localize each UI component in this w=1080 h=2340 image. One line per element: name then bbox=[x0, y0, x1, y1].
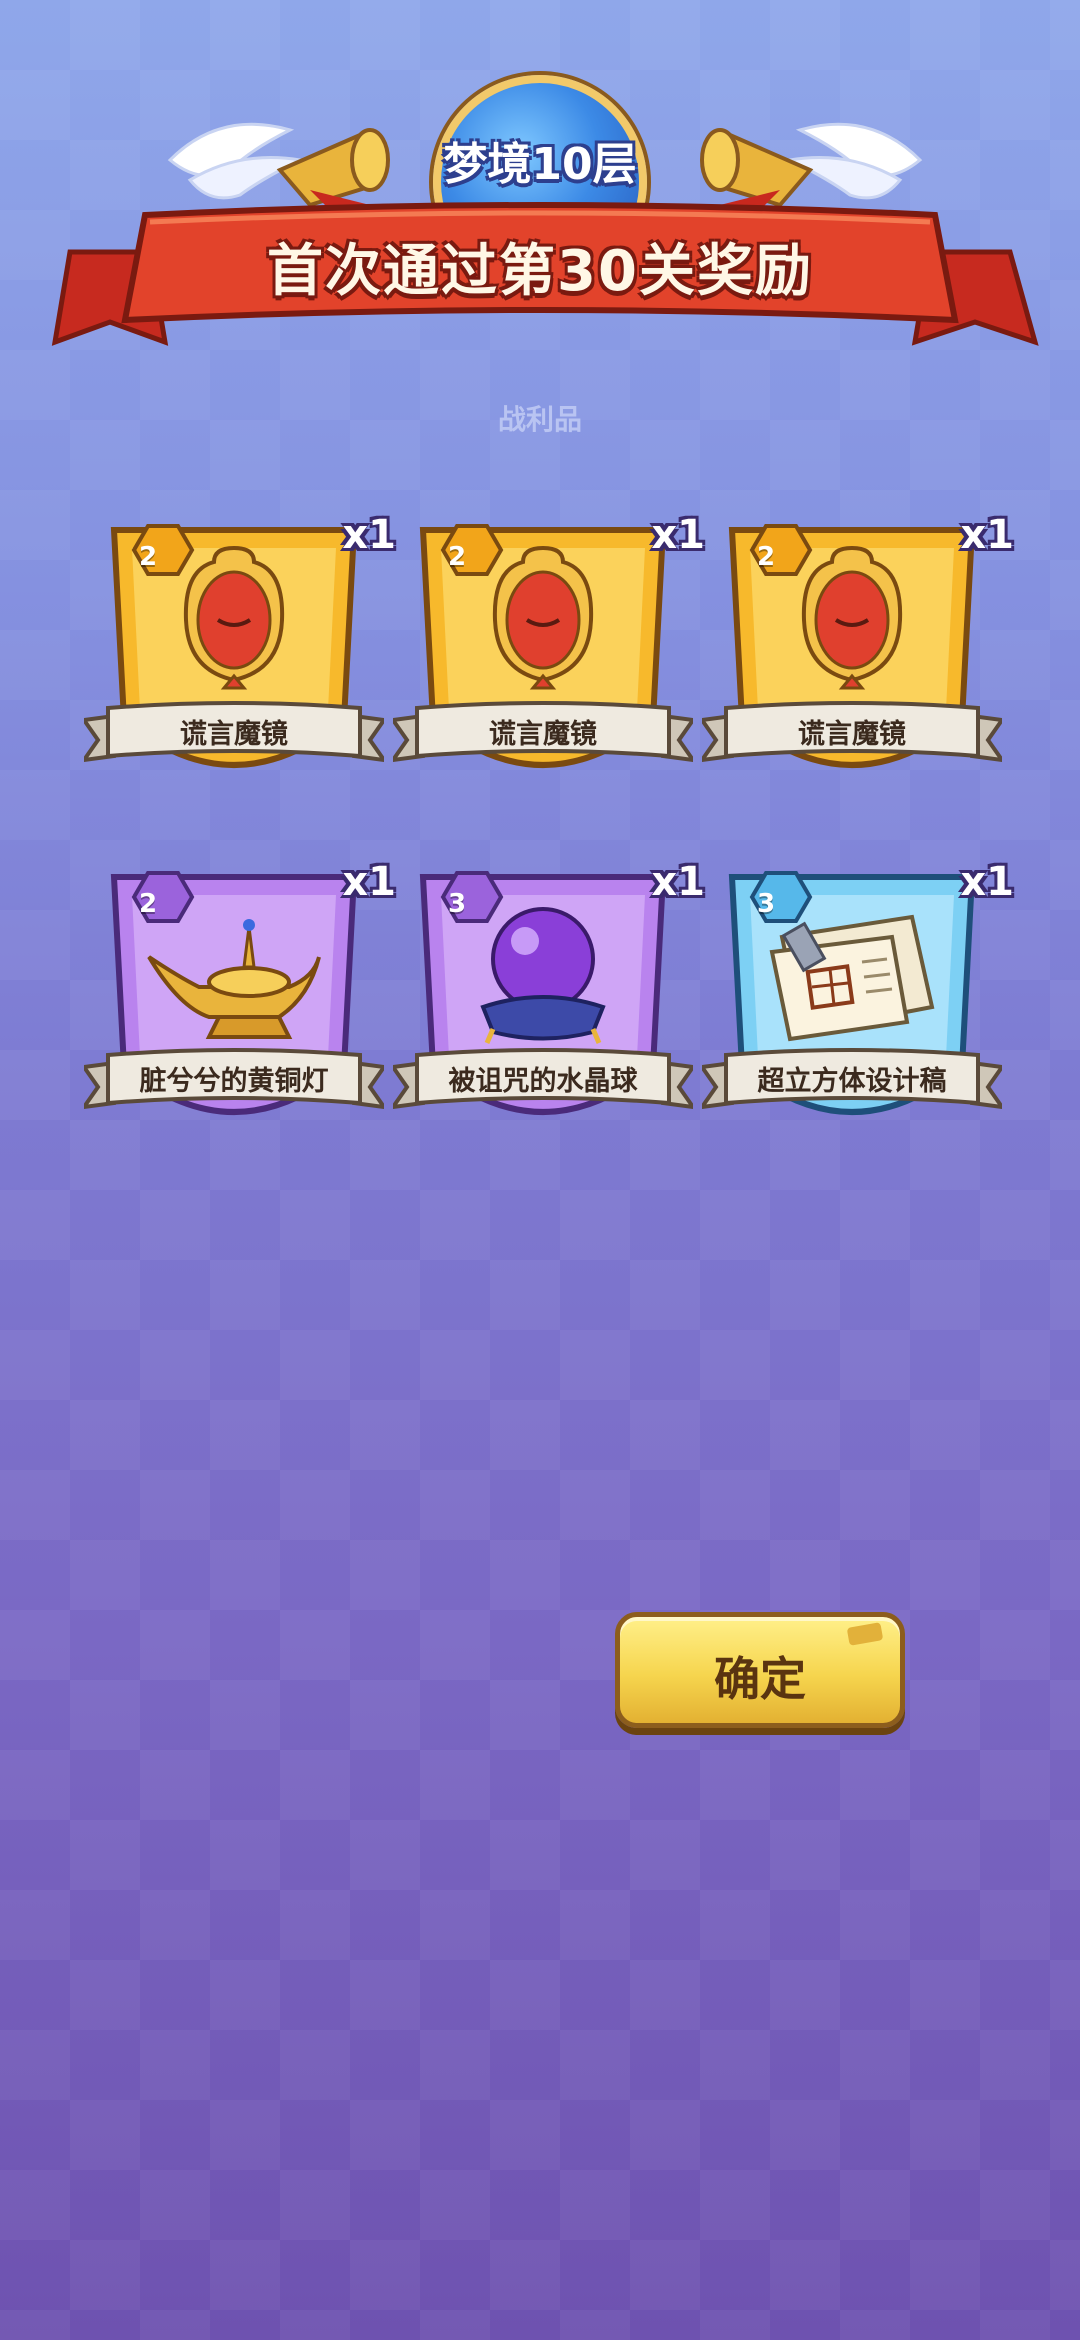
magic-mirror-icon bbox=[183, 545, 285, 690]
item-name: 谎言魔镜 bbox=[180, 719, 288, 750]
reward-card[interactable]: 3 x1 被诅咒的水晶球 bbox=[393, 857, 705, 1167]
reward-card[interactable]: 2 x1 脏兮兮的黄铜灯 bbox=[84, 857, 396, 1167]
reward-grid: 2 x1 谎言魔镜 2 x1 谎言魔镜 2 x1 谎言魔镜 2 x1 脏兮兮的黄… bbox=[0, 0, 1080, 1200]
item-name: 超立方体设计稿 bbox=[757, 1066, 947, 1097]
quantity-label: x1 bbox=[651, 512, 705, 558]
quantity-label: x1 bbox=[342, 512, 396, 558]
level-badge: 3 bbox=[756, 889, 776, 919]
item-name: 谎言魔镜 bbox=[489, 719, 597, 750]
quantity-label: x1 bbox=[960, 512, 1014, 558]
crystal-ball-icon bbox=[480, 907, 606, 1044]
reward-card[interactable]: 3 x1 超立方体设计稿 bbox=[702, 857, 1014, 1167]
item-name: 谎言魔镜 bbox=[798, 719, 906, 750]
level-badge: 2 bbox=[138, 889, 158, 919]
confirm-button-label: 确定 bbox=[714, 1652, 806, 1706]
quantity-label: x1 bbox=[960, 859, 1014, 905]
confirm-button[interactable]: 确定 bbox=[615, 1612, 905, 1728]
level-badge: 2 bbox=[138, 542, 158, 572]
magic-mirror-icon bbox=[801, 545, 903, 690]
level-badge: 2 bbox=[447, 542, 467, 572]
reward-card[interactable]: 2 x1 谎言魔镜 bbox=[84, 510, 396, 820]
blueprint-icon bbox=[769, 914, 935, 1042]
item-name: 被诅咒的水晶球 bbox=[448, 1066, 638, 1097]
reward-card[interactable]: 2 x1 谎言魔镜 bbox=[393, 510, 705, 820]
level-badge: 3 bbox=[447, 889, 467, 919]
magic-mirror-icon bbox=[492, 545, 594, 690]
reward-card[interactable]: 2 x1 谎言魔镜 bbox=[702, 510, 1014, 820]
quantity-label: x1 bbox=[342, 859, 396, 905]
item-name: 脏兮兮的黄铜灯 bbox=[139, 1066, 329, 1097]
brass-lamp-icon bbox=[147, 919, 321, 1039]
level-badge: 2 bbox=[756, 542, 776, 572]
quantity-label: x1 bbox=[651, 859, 705, 905]
